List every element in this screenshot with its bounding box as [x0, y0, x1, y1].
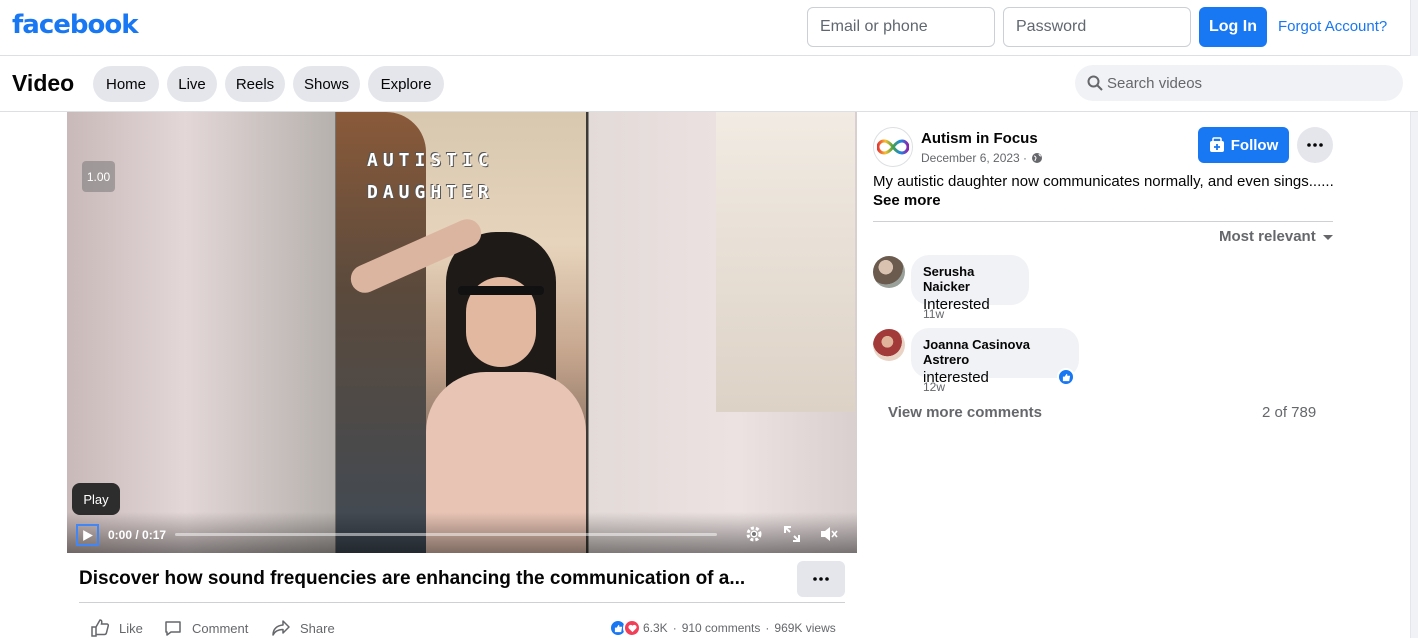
post-text: My autistic daughter now communicates no… — [873, 173, 1334, 190]
comment-author[interactable]: Joanna Casinova Astrero — [923, 337, 1067, 367]
page-name[interactable]: Autism in Focus — [921, 130, 1038, 147]
post-date: December 6, 2023 · — [921, 151, 1043, 165]
forgot-account-link[interactable]: Forgot Account? — [1278, 18, 1387, 35]
video-search[interactable] — [1075, 65, 1403, 101]
comment-time[interactable]: 12w — [923, 380, 945, 394]
follow-icon — [1209, 137, 1224, 152]
tab-explore[interactable]: Explore — [368, 66, 444, 102]
caret-down-icon — [1322, 234, 1333, 240]
avatar[interactable] — [873, 256, 905, 288]
engagement-stats: 6.3K · 910 comments · 969K views — [609, 618, 836, 638]
playback-speed-badge[interactable]: 1.00 — [82, 161, 115, 192]
divider — [873, 221, 1333, 222]
globe-icon — [1032, 153, 1043, 163]
password-field[interactable] — [1003, 7, 1191, 47]
page-more-button[interactable] — [1297, 127, 1333, 163]
search-input[interactable] — [1107, 65, 1387, 101]
overlay-line-2: DAUGHTER — [367, 182, 494, 203]
section-title: Video — [12, 70, 75, 96]
mute-icon[interactable] — [819, 524, 839, 544]
comment-time[interactable]: 11w — [923, 307, 944, 321]
top-bar: facebook Log In Forgot Account? — [0, 0, 1418, 56]
gear-icon[interactable] — [744, 524, 764, 544]
tab-home[interactable]: Home — [93, 66, 159, 102]
play-icon — [83, 529, 93, 541]
play-tooltip: Play — [72, 483, 120, 515]
video-title: Discover how sound frequencies are enhan… — [79, 568, 746, 589]
comment-like-reaction-icon[interactable] — [1057, 368, 1075, 386]
tab-shows[interactable]: Shows — [293, 66, 360, 102]
page-avatar[interactable] — [873, 127, 913, 167]
share-label: Share — [300, 620, 335, 636]
comment-author[interactable]: Serusha Naicker — [923, 264, 1017, 294]
login-button[interactable]: Log In — [1199, 7, 1267, 47]
divider — [79, 602, 845, 603]
like-icon — [91, 619, 110, 637]
comments-count[interactable]: 910 comments — [682, 621, 761, 635]
like-button[interactable]: Like — [90, 618, 143, 638]
video-caption-overlay: AUTISTIC DAUGHTER — [367, 145, 494, 209]
avatar[interactable] — [873, 329, 905, 361]
follow-button[interactable]: Follow — [1198, 127, 1289, 163]
comment-bubble: Joanna Casinova Astrero interested — [911, 328, 1079, 386]
share-icon — [272, 620, 290, 636]
play-button[interactable] — [76, 524, 99, 546]
overlay-line-1: AUTISTIC — [367, 150, 494, 171]
video-more-button[interactable] — [797, 561, 845, 597]
more-icon — [813, 577, 829, 581]
comment-count: 2 of 789 — [1262, 404, 1317, 421]
video-nav: Video Home Live Reels Shows Explore — [0, 56, 1418, 112]
comment-bubble: Serusha Naicker Interested — [911, 255, 1029, 313]
progress-bar[interactable] — [175, 533, 717, 536]
infinity-logo-icon — [877, 139, 909, 155]
views-count: 969K views — [774, 621, 836, 635]
see-more-link[interactable]: See more — [873, 192, 941, 209]
comment-sort-dropdown[interactable]: Most relevant — [1219, 228, 1334, 245]
tab-reels[interactable]: Reels — [225, 66, 285, 102]
time-display: 0:00 / 0:17 — [108, 528, 167, 542]
tab-live[interactable]: Live — [167, 66, 217, 102]
email-field[interactable] — [807, 7, 995, 47]
share-button[interactable]: Share — [271, 618, 335, 638]
more-icon — [1307, 143, 1323, 147]
search-icon — [1087, 75, 1103, 91]
reactions-count[interactable]: 6.3K — [643, 621, 668, 635]
comment-button[interactable]: Comment — [163, 618, 248, 638]
comment-label: Comment — [192, 620, 249, 636]
like-label: Like — [119, 620, 143, 636]
comment-icon — [165, 621, 181, 636]
view-more-comments-link[interactable]: View more comments — [888, 404, 1042, 421]
fullscreen-icon[interactable] — [782, 524, 802, 544]
player-controls: 0:00 / 0:17 — [67, 512, 857, 553]
video-player[interactable]: AUTISTIC DAUGHTER 1.00 Play 0:00 / 0:17 — [67, 112, 857, 553]
facebook-logo[interactable]: facebook — [12, 10, 139, 40]
love-reaction-icon — [623, 619, 641, 637]
